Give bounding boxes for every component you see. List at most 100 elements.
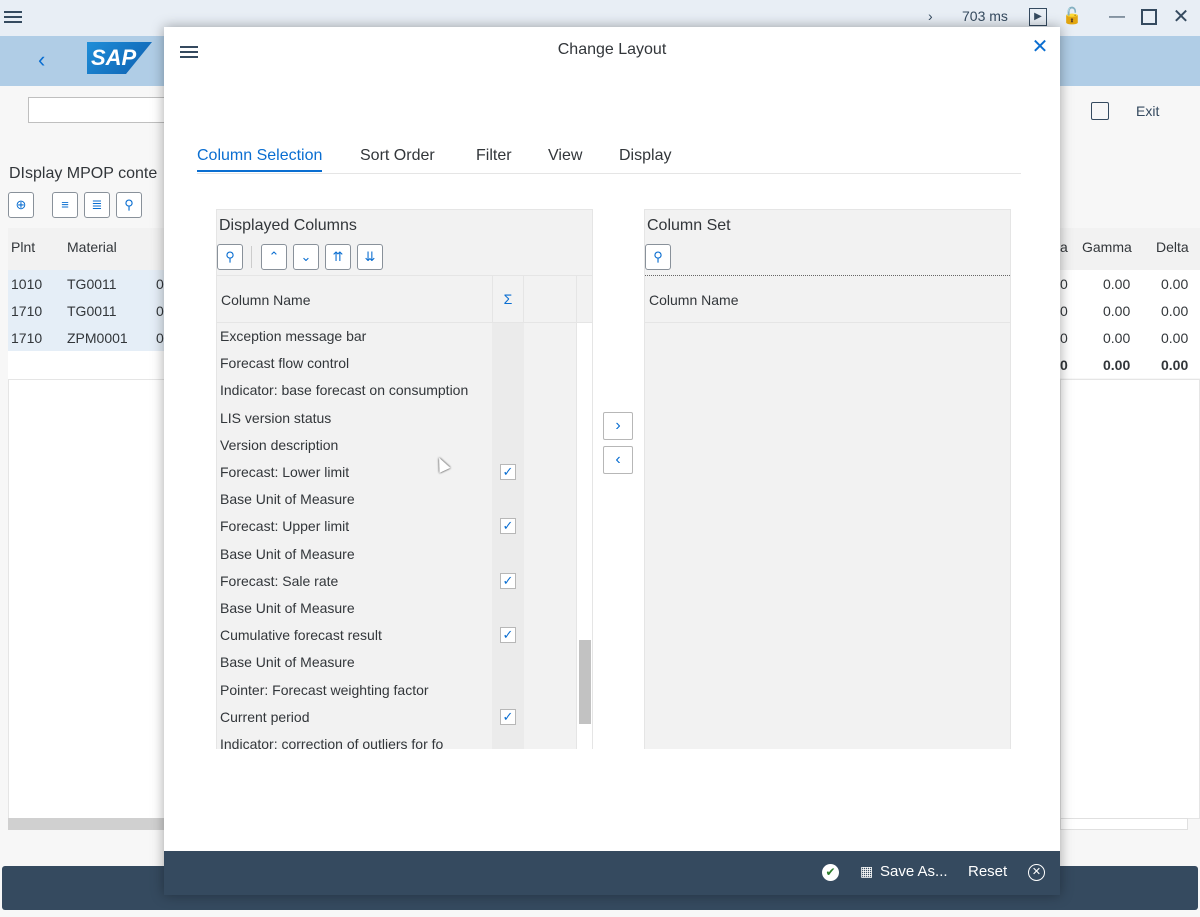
list-item[interactable]: Base Unit of Measure: [217, 486, 576, 513]
column-set-panel: Column Set ⚲ Column Name: [644, 209, 1011, 749]
sort-ascending-icon[interactable]: ≡: [52, 192, 78, 218]
column-name-label: Base Unit of Measure: [220, 654, 355, 671]
table-header: Plnt Material: [8, 228, 168, 270]
search-icon[interactable]: ⚲: [116, 192, 142, 218]
tab-column-selection[interactable]: Column Selection: [197, 147, 323, 172]
scrollbar-thumb[interactable]: [579, 640, 591, 724]
tab-display[interactable]: Display: [619, 147, 671, 170]
gamma-total: 0.00: [1103, 357, 1131, 373]
list-item[interactable]: Base Unit of Measure: [217, 649, 576, 676]
table-row[interactable]: 1710 ZPM0001 0: [8, 324, 168, 351]
list-item[interactable]: Forecast: Upper limit ✓: [217, 513, 576, 540]
delta-cell: 0.00: [1161, 303, 1189, 319]
list-item[interactable]: Base Unit of Measure: [217, 541, 576, 568]
search-icon[interactable]: ⚲: [645, 244, 671, 270]
vertical-scrollbar[interactable]: [576, 323, 592, 749]
sum-checkbox[interactable]: ✓: [500, 464, 516, 480]
close-window-icon[interactable]: ✕: [1172, 7, 1190, 27]
move-down-icon[interactable]: ⌄: [293, 244, 319, 270]
page-title: DIsplay MPOP conte: [9, 165, 158, 182]
list-item[interactable]: Indicator: correction of outliers for fo: [217, 731, 576, 749]
confirm-icon[interactable]: ✔: [822, 864, 839, 881]
list-item[interactable]: Current period ✓: [217, 704, 576, 731]
move-top-icon[interactable]: ⇈: [325, 244, 351, 270]
dialog-title: Change Layout: [557, 41, 667, 58]
column-header-name: Column Name: [649, 292, 739, 308]
column-name-label: Base Unit of Measure: [220, 545, 355, 562]
play-icon[interactable]: ▶: [1029, 8, 1047, 26]
list-item[interactable]: Forecast: Lower limit ✓: [217, 459, 576, 486]
lock-icon[interactable]: 🔓: [1062, 8, 1082, 26]
table-empty-area: [1060, 379, 1200, 819]
sum-checkbox[interactable]: ✓: [500, 518, 516, 535]
sum-header-icon[interactable]: Σ: [492, 276, 524, 322]
print-icon[interactable]: [1091, 102, 1109, 120]
column-header-gamma: Gamma: [1082, 239, 1132, 255]
list-item[interactable]: Exception message bar: [217, 323, 576, 350]
list-item[interactable]: LIS version status: [217, 405, 576, 432]
tab-filter[interactable]: Filter: [476, 147, 512, 170]
exit-button[interactable]: Exit: [1136, 103, 1159, 119]
horizontal-scrollbar[interactable]: [8, 818, 168, 830]
gamma-cell: 0.00: [1103, 276, 1131, 292]
plant-cell: 1710: [11, 303, 43, 319]
column-name-label: Exception message bar: [220, 328, 367, 344]
list-item[interactable]: Version description: [217, 432, 576, 459]
column-header-a: a: [1060, 239, 1068, 255]
displayed-columns-grid: Exception message bar Forecast flow contr…: [217, 323, 576, 749]
chevron-right-icon[interactable]: ›: [928, 8, 933, 24]
reset-button[interactable]: Reset: [968, 863, 1007, 880]
cancel-icon[interactable]: ✕: [1028, 864, 1045, 881]
list-item[interactable]: Forecast: Sale rate ✓: [217, 568, 576, 595]
table-row[interactable]: 0 0.00 0.00: [1060, 324, 1200, 351]
header-spacer: [576, 276, 592, 322]
column-header-name: Column Name: [221, 292, 311, 308]
command-field[interactable]: [28, 97, 178, 123]
grid-header: Column Name: [645, 275, 1010, 323]
minimize-icon[interactable]: ―: [1108, 8, 1126, 26]
save-as-button[interactable]: Save As...: [880, 863, 948, 880]
total-row: 0 0.00 0.00: [1060, 351, 1200, 378]
list-item[interactable]: Cumulative forecast result ✓: [217, 622, 576, 649]
list-item[interactable]: Pointer: Forecast weighting factor: [217, 677, 576, 704]
tab-sort-order[interactable]: Sort Order: [360, 147, 435, 170]
a-cell: 0: [1060, 330, 1068, 346]
menu-icon[interactable]: [4, 8, 22, 26]
material-cell: TG0011: [67, 276, 117, 292]
table-row[interactable]: 0 0.00 0.00: [1060, 270, 1200, 297]
response-time: 703 ms: [962, 8, 1008, 24]
add-column-button[interactable]: ›: [603, 412, 633, 440]
delta-cell: 0.00: [1161, 276, 1189, 292]
sum-checkbox[interactable]: ✓: [500, 708, 516, 725]
list-item[interactable]: Base Unit of Measure: [217, 595, 576, 622]
panel-title: Displayed Columns: [219, 217, 357, 234]
move-bottom-icon[interactable]: ⇊: [357, 244, 383, 270]
column-name-label: Forecast flow control: [220, 355, 350, 372]
maximize-icon[interactable]: [1141, 9, 1157, 25]
search-icon[interactable]: ⚲: [217, 244, 243, 270]
table-row[interactable]: 1010 TG0011 0: [8, 270, 168, 297]
zoom-icon[interactable]: ⊕: [8, 192, 34, 218]
a-total: 0: [1060, 357, 1068, 373]
column-header-plant: Plnt: [11, 239, 36, 255]
table-row[interactable]: 0 0.00 0.00: [1060, 297, 1200, 324]
back-icon[interactable]: ‹: [38, 49, 56, 71]
tab-view[interactable]: View: [548, 147, 582, 170]
filter-icon[interactable]: ≣: [84, 192, 110, 218]
change-layout-dialog: Change Layout ✕ Column Selection Sort Or…: [164, 27, 1060, 895]
column-name-label: Forecast: Lower limit: [220, 464, 350, 480]
horizontal-scrollbar-right[interactable]: [1060, 818, 1188, 830]
save-as-icon: ▦: [860, 863, 874, 879]
sum-checkbox[interactable]: ✓: [500, 572, 516, 589]
column-name-label: Indicator: base forecast on consumption: [220, 382, 469, 399]
table-row[interactable]: 1710 TG0011 0: [8, 297, 168, 324]
remove-column-button[interactable]: ‹: [603, 446, 633, 474]
column-name-label: Forecast: Upper limit: [220, 518, 350, 535]
list-item[interactable]: Indicator: base forecast on consumption: [217, 377, 576, 404]
table-row: [8, 351, 168, 379]
table-empty-area: [8, 379, 168, 819]
move-up-icon[interactable]: ⌃: [261, 244, 287, 270]
sum-checkbox[interactable]: ✓: [500, 627, 516, 644]
list-item[interactable]: Forecast flow control: [217, 350, 576, 377]
close-icon[interactable]: ✕: [1030, 37, 1050, 57]
